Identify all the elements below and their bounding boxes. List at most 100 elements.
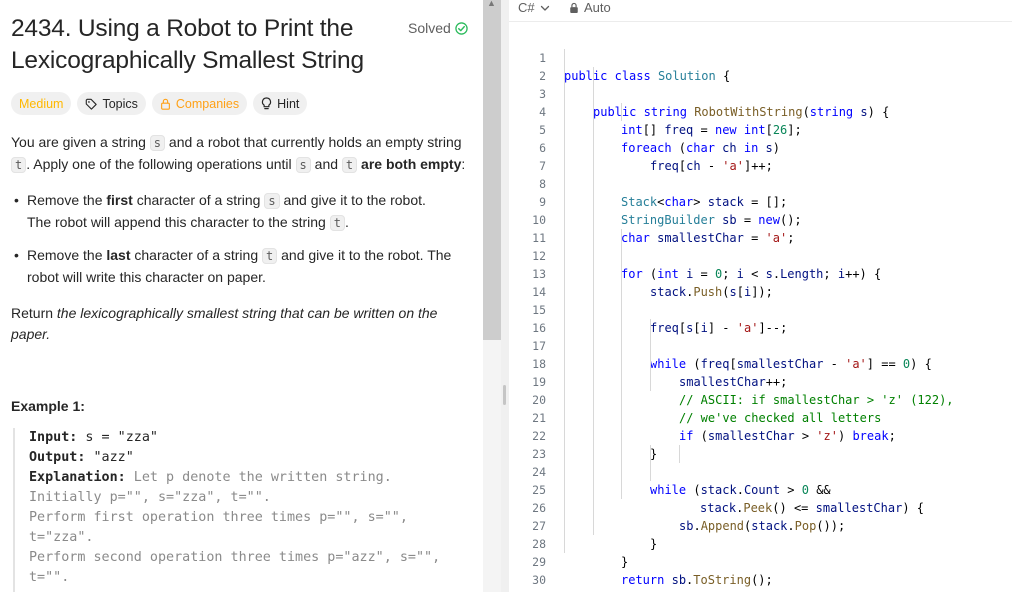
indent-guide [593,301,594,319]
companies-button[interactable]: Companies [151,92,248,115]
indent-guide [564,463,565,481]
code-line: 8 StringBuilder sb = new(); [509,157,1012,227]
description-paragraph: You are given a string s and a robot tha… [11,132,465,176]
indent-guide [593,139,594,157]
code-line: 29 } [509,535,1012,592]
text: and a robot that currently holds an empt… [165,134,462,150]
text: Remove the [27,247,107,263]
indent-guide [564,391,565,409]
indent-guide [593,427,594,445]
autosave-indicator[interactable]: Auto [569,0,611,15]
indent-guide [564,67,565,85]
code-line: 21 } [509,391,1012,461]
code-line: 28 return sb.ToString(); [509,517,1012,587]
lock-icon [569,2,579,14]
code-line: 14 freq[s[i] - 'a']--; [509,265,1012,335]
code-line: 12 stack.Push(s[i]); [509,229,1012,299]
italic-text: the lexicographically smallest string th… [56,305,438,321]
example-block: Input: s = "zza" Output: "azz" Explanati… [13,428,483,592]
code-line: 16 while (freq[smallestChar - 'a'] == 0)… [509,301,1012,371]
editor-toolbar: C# Auto [509,0,1012,22]
problem-title[interactable]: 2434. Using a Robot to Print the Lexicog… [11,13,401,77]
code-area[interactable]: 1 public class Solution { 2 public strin… [509,31,1012,592]
indent-guide [564,355,565,373]
indent-guide [593,517,594,535]
indent-guide [564,517,565,535]
example-input: Input: s = "zza" [29,428,483,448]
code-line: 4 foreach (char ch in s) [509,85,1012,155]
indent-guide [593,229,594,247]
value: Let p denote the written string. [125,470,392,485]
bold-text: are both empty [361,156,462,172]
code-line: 22 [509,409,1012,443]
difficulty-badge: Medium [11,92,72,115]
code-line: 1 public class Solution { [509,31,1012,83]
label: Explanation: [29,470,126,485]
difficulty-label: Medium [19,96,64,111]
inline-code: t [11,157,27,173]
example-explanation: Explanation: Let p denote the written st… [29,468,483,488]
code-line: 13 [509,247,1012,281]
indent-guide [621,283,622,301]
indent-guide [621,373,622,391]
example-output: Output: "azz" [29,448,483,468]
text: and [310,156,342,172]
explanation-line: t="". [29,570,70,585]
indent-guide [593,319,594,337]
indent-guide [593,175,594,193]
topics-button[interactable]: Topics [77,92,146,115]
text: Remove the [27,192,107,208]
scroll-up-arrow-icon[interactable]: ▲ [487,0,496,8]
language-selector[interactable]: C# [518,0,550,15]
indent-guide [593,193,594,211]
code-line: 7 Stack<char> stack = []; [509,139,1012,209]
indent-guide [564,229,565,247]
indent-guide [593,247,594,265]
indent-guide [564,319,565,337]
text: robot will write this character on paper… [27,269,266,285]
code-line: 23 while (stack.Count > 0 && [509,427,1012,497]
indent-guide [650,463,651,481]
solved-label: Solved [408,20,451,36]
explanation-line: Perform first operation three times p=""… [29,510,408,525]
indent-guide [650,445,651,463]
indent-guide [564,103,565,121]
panel-splitter[interactable] [501,0,509,592]
splitter-grip-handle[interactable] [503,385,506,405]
text: . [344,214,349,230]
indent-guide [621,301,622,319]
text: character of a string [130,247,263,263]
hint-label: Hint [277,96,300,111]
code-line: 15 [509,283,1012,317]
indent-guide [593,121,594,139]
solved-status: Solved [408,20,468,36]
indent-guide [621,319,622,337]
indent-guide [621,463,622,481]
indent-guide [564,373,565,391]
indent-guide [593,445,594,463]
topics-label: Topics [102,96,138,111]
indent-guide [621,247,622,265]
indent-guide [564,265,565,283]
indent-guide [593,355,594,373]
text: and give it to the robot. [279,192,426,208]
indent-guide [621,481,622,499]
code-line: 20 if (smallestChar > 'z') break; [509,373,1012,443]
indent-guide [593,391,594,409]
indent-guide [564,121,565,139]
indent-guide [593,463,594,481]
explanation-line: Initially p="", s="zza", t="". [29,490,271,505]
indent-guide [593,265,594,283]
indent-guide [564,247,565,265]
description-scrollbar-thumb[interactable] [483,0,501,340]
indent-guide [564,445,565,463]
code-line: 24 stack.Peek() <= smallestChar) { [509,445,1012,515]
indent-guide [593,481,594,499]
explanation-line: Perform second operation three times p="… [29,550,441,565]
operation-bullet-2: Remove the last character of a string t … [11,245,451,288]
hint-button[interactable]: Hint [253,92,308,115]
indent-guide [621,391,622,409]
code-line: 3 int[] freq = new int[26]; [509,67,1012,137]
indent-guide [593,211,594,229]
problem-description-panel: 2434. Using a Robot to Print the Lexicog… [0,0,483,592]
